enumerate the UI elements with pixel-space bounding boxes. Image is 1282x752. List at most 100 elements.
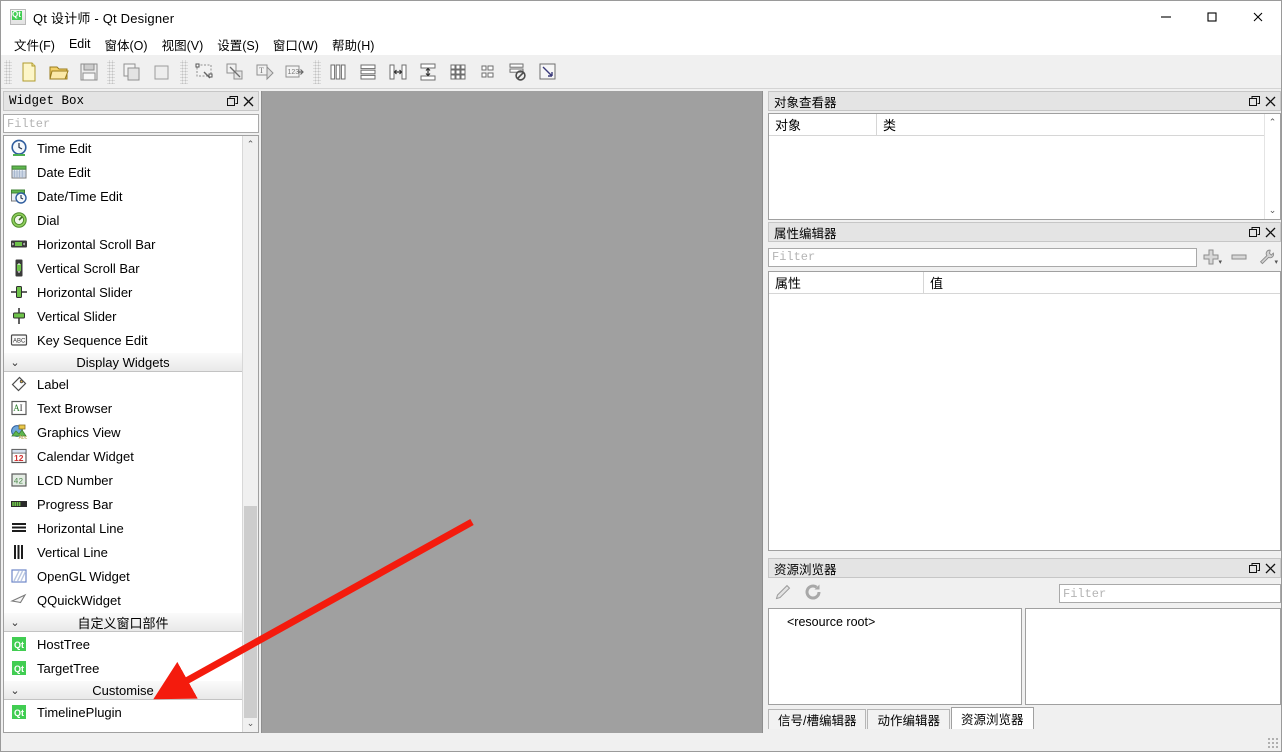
menu-window[interactable]: 窗口(W) <box>266 33 325 56</box>
edit-tab-order-icon[interactable]: 123 <box>280 58 310 86</box>
list-item[interactable]: Horizontal Line <box>4 516 242 540</box>
object-inspector-scrollbar[interactable]: ⌃ ⌄ <box>1264 114 1280 219</box>
list-item[interactable]: Time Edit <box>4 136 242 160</box>
edit-signals-slots-icon[interactable] <box>220 58 250 86</box>
qquick-icon <box>10 593 27 604</box>
resource-browser-title: 资源浏览器 <box>774 562 837 577</box>
qt-designer-window: Qt 设计师 - Qt Designer 文件(F) Edit 窗体(O) 视图… <box>0 0 1282 752</box>
list-item[interactable]: Date/Time Edit <box>4 184 242 208</box>
calendar-12-icon: 12 <box>11 448 27 464</box>
list-item[interactable]: 42. LCD Number <box>4 468 242 492</box>
form-canvas-area[interactable] <box>261 91 763 733</box>
list-item[interactable]: QQuickWidget <box>4 588 242 612</box>
resource-browser-float-button[interactable] <box>1246 560 1262 576</box>
open-form-icon[interactable] <box>44 58 74 86</box>
window-size-grip[interactable] <box>1267 737 1279 749</box>
layout-splitter-horizontal-icon[interactable] <box>383 58 413 86</box>
property-filter-input[interactable] <box>768 247 1197 267</box>
maximize-button[interactable] <box>1189 1 1235 33</box>
property-editor-float-button[interactable] <box>1246 224 1262 240</box>
list-item[interactable]: Progress Bar <box>4 492 242 516</box>
close-button[interactable] <box>1235 1 1281 33</box>
widget-box-title-bar: Widget Box <box>3 91 259 111</box>
new-form-icon[interactable] <box>14 58 44 86</box>
property-editor-table[interactable]: 属性 值 <box>768 271 1281 551</box>
toolbar-grip[interactable] <box>4 59 12 84</box>
column-header-object[interactable]: 对象 <box>769 114 877 135</box>
scroll-down-icon[interactable]: ⌄ <box>243 715 258 732</box>
widget-box-float-button[interactable] <box>224 93 240 109</box>
list-item[interactable]: Abc Graphics View <box>4 420 242 444</box>
column-header-class[interactable]: 类 <box>877 114 896 135</box>
pencil-icon[interactable] <box>768 580 798 604</box>
layout-horizontally-icon[interactable] <box>323 58 353 86</box>
list-item[interactable]: Vertical Slider <box>4 304 242 328</box>
list-item[interactable]: 12 Calendar Widget <box>4 444 242 468</box>
resource-browser-close-button[interactable] <box>1262 560 1278 576</box>
group-header-custom-widgets[interactable]: ⌄ 自定义窗口部件 <box>4 612 242 632</box>
layout-splitter-vertical-icon[interactable] <box>413 58 443 86</box>
add-property-button[interactable]: ▾ <box>1197 246 1225 268</box>
menu-view[interactable]: 视图(V) <box>155 33 211 56</box>
resource-root-label[interactable]: <resource root> <box>787 615 875 629</box>
list-item[interactable]: Horizontal Slider <box>4 280 242 304</box>
configure-button[interactable]: ▾ <box>1253 246 1281 268</box>
minimize-button[interactable] <box>1143 1 1189 33</box>
menu-file[interactable]: 文件(F) <box>7 33 62 56</box>
tab-resource-browser[interactable]: 资源浏览器 <box>951 707 1034 729</box>
toolbar-grip-2[interactable] <box>107 59 115 84</box>
layout-grid-icon[interactable] <box>443 58 473 86</box>
reload-icon[interactable] <box>798 580 828 604</box>
list-item[interactable]: Vertical Scroll Bar <box>4 256 242 280</box>
save-form-icon[interactable] <box>74 58 104 86</box>
group-header-display-widgets[interactable]: ⌄ Display Widgets <box>4 352 242 372</box>
widget-box-filter-input[interactable] <box>3 114 259 133</box>
scrollbar-thumb[interactable] <box>244 506 257 718</box>
list-item[interactable]: Qt TargetTree <box>4 656 242 680</box>
widget-box-close-button[interactable] <box>240 93 256 109</box>
break-layout-icon[interactable] <box>533 58 563 86</box>
list-item[interactable]: Vertical Line <box>4 540 242 564</box>
adjust-size-icon[interactable] <box>503 58 533 86</box>
menu-settings-label: 设置(S) <box>217 38 259 53</box>
menu-help[interactable]: 帮助(H) <box>325 33 381 56</box>
list-item[interactable]: Date Edit <box>4 160 242 184</box>
object-inspector-tree[interactable]: 对象 类 ⌃ ⌄ <box>768 113 1281 220</box>
resource-preview[interactable] <box>1025 608 1281 705</box>
object-inspector-close-button[interactable] <box>1262 93 1278 109</box>
menu-settings[interactable]: 设置(S) <box>210 33 266 56</box>
scroll-up-icon[interactable]: ⌃ <box>243 136 258 153</box>
edit-widgets-icon[interactable] <box>190 58 220 86</box>
edit-buddies-icon[interactable]: T <box>250 58 280 86</box>
scroll-down-icon[interactable]: ⌄ <box>1265 202 1280 219</box>
layout-form-icon[interactable] <box>473 58 503 86</box>
resource-tree[interactable]: <resource root> <box>768 608 1022 705</box>
list-item[interactable]: Qt HostTree <box>4 632 242 656</box>
layout-vertically-icon[interactable] <box>353 58 383 86</box>
toolbar-grip-4[interactable] <box>313 59 321 84</box>
widget-box-scrollbar[interactable]: ⌃ ⌄ <box>242 136 258 732</box>
list-item[interactable]: OpenGL Widget <box>4 564 242 588</box>
list-item[interactable]: Dial <box>4 208 242 232</box>
object-inspector-float-button[interactable] <box>1246 93 1262 109</box>
column-header-value[interactable]: 值 <box>924 272 943 293</box>
scroll-up-icon[interactable]: ⌃ <box>1265 114 1280 131</box>
calendar-icon <box>11 165 27 179</box>
list-item[interactable]: Qt TimelinePlugin <box>4 700 242 724</box>
list-item[interactable]: ABC Key Sequence Edit <box>4 328 242 352</box>
menu-edit[interactable]: Edit <box>62 35 98 53</box>
group-header-customise[interactable]: ⌄ Customise <box>4 680 242 700</box>
copy-icon[interactable] <box>117 58 147 86</box>
property-editor-close-button[interactable] <box>1262 224 1278 240</box>
toolbar-grip-3[interactable] <box>180 59 188 84</box>
menu-form[interactable]: 窗体(O) <box>98 33 155 56</box>
list-item[interactable]: A I Text Browser <box>4 396 242 420</box>
tab-signal-slot-editor[interactable]: 信号/槽编辑器 <box>768 709 867 729</box>
tab-action-editor[interactable]: 动作编辑器 <box>867 709 950 729</box>
list-item[interactable]: Label <box>4 372 242 396</box>
remove-property-button[interactable] <box>1225 246 1253 268</box>
resource-filter-input[interactable] <box>1059 584 1281 603</box>
paste-icon[interactable] <box>147 58 177 86</box>
column-header-property[interactable]: 属性 <box>769 272 924 293</box>
list-item[interactable]: Horizontal Scroll Bar <box>4 232 242 256</box>
